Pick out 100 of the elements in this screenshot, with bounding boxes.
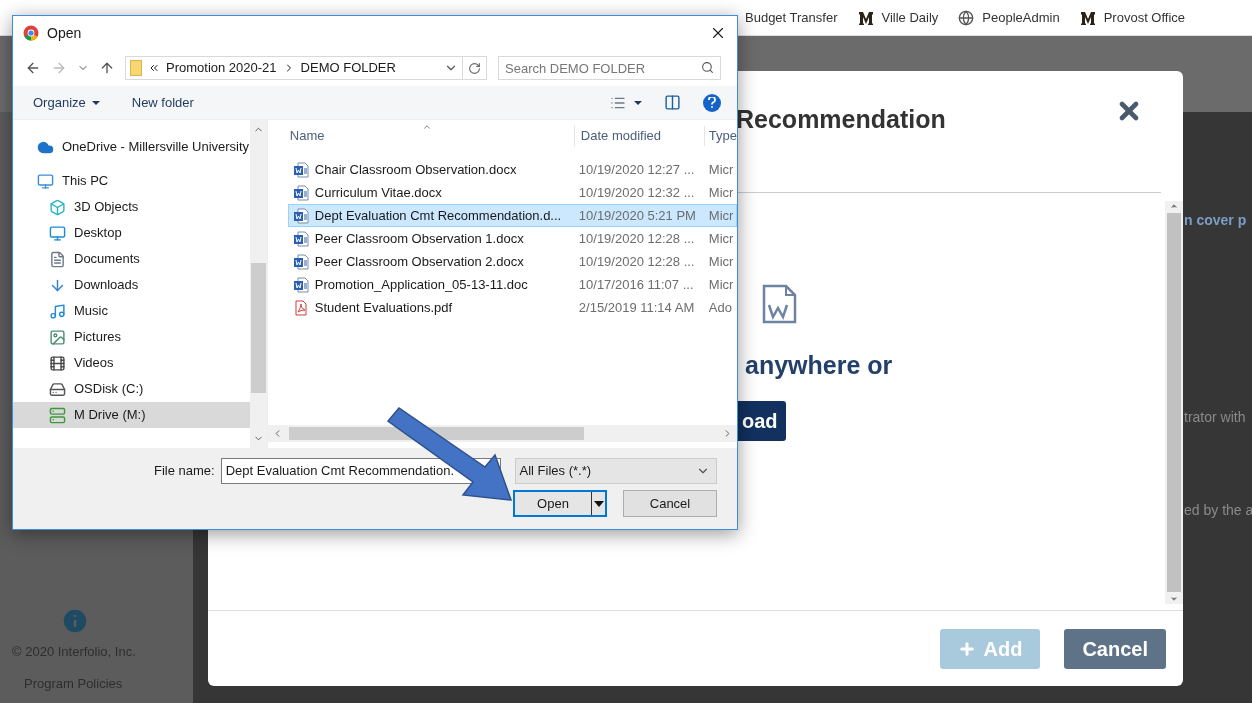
type-cell-text: Micr: [708, 275, 734, 294]
navigation-item[interactable]: Documents: [13, 246, 250, 272]
file-row[interactable]: Chair Classroom Observation.docx 10/19/2020 12:27 ... Micr: [287, 158, 737, 181]
breadcrumb-item[interactable]: DEMO FOLDER: [300, 58, 396, 78]
document-icon: [49, 250, 66, 268]
navigation-item[interactable]: Music: [13, 298, 250, 324]
preview-pane-icon[interactable]: [664, 94, 681, 111]
file-row[interactable]: Dept Evaluation Cmt Recommendation.d... 10/19/2020 5:21 PM Micr: [287, 204, 737, 227]
cancel-button[interactable]: Cancel: [623, 490, 717, 517]
sort-icon: [421, 122, 432, 132]
scrollbar[interactable]: [1165, 201, 1183, 604]
column-header[interactable]: Name: [289, 126, 574, 146]
upload-button[interactable]: oad: [738, 400, 786, 441]
word-document-icon: [292, 253, 309, 270]
document-icon: [760, 283, 798, 325]
navigation-item[interactable]: This PC: [13, 168, 250, 194]
navigation-item[interactable]: Desktop: [13, 220, 250, 246]
bookmark-link[interactable]: Provost Office: [1079, 7, 1186, 28]
page-text: trator with: [1184, 408, 1247, 427]
scrollbar[interactable]: [249, 120, 267, 448]
caret-icon[interactable]: [634, 100, 642, 105]
back-icon[interactable]: [25, 60, 41, 76]
bookmark-link[interactable]: Budget Transfer: [745, 7, 838, 28]
file-name: Dept Evaluation Cmt Recommendation.d...: [314, 206, 563, 225]
drive-icon: [49, 380, 66, 398]
navigation-item[interactable]: M Drive (M:): [13, 402, 250, 428]
file-name: Peer Classroom Observation 2.docx: [314, 252, 525, 271]
type-cell-text: Micr: [708, 252, 734, 271]
university-logo-icon: [857, 9, 874, 26]
university-logo-icon: [1079, 9, 1096, 26]
navigation-item[interactable]: Pictures: [13, 324, 250, 350]
file-name: Curriculum Vitae.docx: [314, 183, 443, 202]
column-header[interactable]: Type: [703, 126, 737, 146]
folder-icon: [130, 60, 142, 76]
type-cell-text: Micr: [708, 160, 734, 179]
navigation-item[interactable]: OSDisk (C:): [13, 376, 250, 402]
date-cell-text: 2/15/2019 11:14 AM: [578, 298, 696, 317]
address-bar[interactable]: Promotion 2020-21 DEMO FOLDER: [125, 56, 487, 80]
file-row[interactable]: Peer Classroom Observation 2.docx 10/19/2020 12:28 ... Micr: [287, 250, 737, 273]
word-document-icon: [292, 276, 309, 293]
scroll-up-icon[interactable]: [1169, 201, 1179, 211]
new-folder-button[interactable]: New folder: [131, 92, 194, 113]
horizontal-scrollbar[interactable]: [267, 425, 737, 442]
computer-icon: [37, 172, 54, 190]
file-row[interactable]: Student Evaluations.pdf 2/15/2019 11:14 AM Ado: [287, 296, 737, 319]
date-cell-text: 10/19/2020 12:32 ...: [578, 183, 696, 202]
file-name-label: File name:: [154, 462, 215, 481]
navigation-item[interactable]: 3D Objects: [13, 194, 250, 220]
film-icon: [49, 354, 66, 372]
network-drive-icon: [49, 406, 66, 424]
bookmark-link[interactable]: Ville Daily: [857, 7, 939, 28]
file-row[interactable]: Promotion_Application_05-13-11.doc 10/17/2016 11:07 ... Micr: [287, 273, 737, 296]
word-document-icon: [292, 161, 309, 178]
browser-logo-icon: [23, 25, 39, 41]
cancel-button[interactable]: Cancel: [1064, 628, 1166, 669]
type-cell-text: Micr: [708, 183, 734, 202]
organize-menu[interactable]: Organize: [33, 92, 100, 113]
date-cell-text: 10/19/2020 5:21 PM: [578, 206, 697, 225]
date-cell-text: 10/17/2016 11:07 ...: [578, 275, 695, 294]
date-cell-text: 10/19/2020 12:28 ...: [578, 252, 696, 271]
scroll-down-icon[interactable]: [1169, 594, 1179, 604]
column-header[interactable]: Date modified: [573, 126, 704, 146]
file-name: Promotion_Application_05-13-11.doc: [314, 275, 529, 294]
search-field[interactable]: Search DEMO FOLDER: [498, 56, 721, 80]
caret-icon: [593, 500, 604, 507]
globe-icon: [958, 9, 975, 26]
word-document-icon: [292, 207, 309, 224]
breadcrumb-item[interactable]: Promotion 2020-21: [166, 58, 277, 78]
cube-icon: [49, 198, 66, 216]
type-cell-text: Ado: [708, 298, 732, 317]
file-name: Peer Classroom Observation 1.docx: [314, 229, 525, 248]
up-folder-icon[interactable]: [99, 60, 115, 76]
type-cell-text: Micr: [708, 229, 734, 248]
navigation-item[interactable]: Downloads: [13, 272, 250, 298]
file-row[interactable]: Curriculum Vitae.docx 10/19/2020 12:32 ... Micr: [287, 181, 737, 204]
dialog-title: Open: [47, 23, 82, 43]
page-text: n cover p: [1184, 211, 1248, 230]
modal-title: Recommendation: [736, 104, 946, 133]
file-type-dropdown[interactable]: All Files (*.*): [514, 458, 717, 484]
music-note-icon: [49, 302, 66, 320]
plus-icon: [957, 639, 976, 658]
overflow-icon: [148, 62, 160, 74]
search-icon: [701, 61, 714, 74]
refresh-icon[interactable]: [468, 61, 481, 75]
bookmark-link[interactable]: PeopleAdmin: [958, 7, 1060, 28]
word-document-icon: [292, 184, 309, 201]
open-button[interactable]: Open: [513, 490, 607, 517]
navigation-item[interactable]: Videos: [13, 350, 250, 376]
date-cell-text: 10/19/2020 12:28 ...: [578, 229, 696, 248]
pdf-document-icon: [292, 299, 309, 316]
file-name: Chair Classroom Observation.docx: [314, 160, 518, 179]
date-cell-text: 10/19/2020 12:27 ...: [578, 160, 696, 179]
file-row[interactable]: Peer Classroom Observation 1.docx 10/19/2020 12:28 ... Micr: [287, 227, 737, 250]
help-icon[interactable]: [703, 93, 721, 112]
desktop-icon: [49, 224, 66, 242]
type-cell-text: Micr: [708, 206, 734, 225]
drop-zone-text: anywhere or: [745, 350, 893, 381]
picture-icon: [49, 328, 66, 346]
file-name: Student Evaluations.pdf: [314, 298, 454, 317]
navigation-item[interactable]: OneDrive - Millersville University: [13, 134, 250, 160]
